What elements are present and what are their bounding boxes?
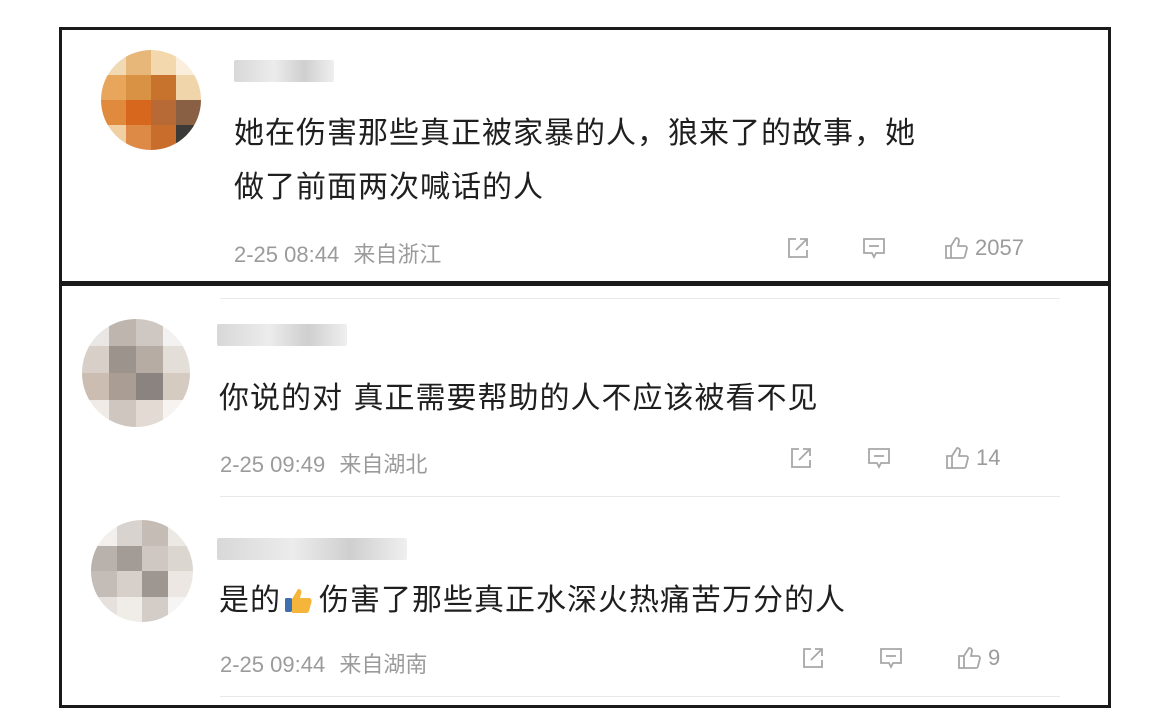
timestamp: 2-25 08:44 bbox=[234, 242, 340, 267]
thumb-up-icon[interactable] bbox=[944, 445, 970, 471]
comment-text: 她在伤害那些真正被家暴的人，狼来了的故事，她 做了前面两次喊话的人 bbox=[234, 107, 1094, 215]
thumbs-up-emoji-icon bbox=[283, 578, 313, 613]
avatar[interactable] bbox=[91, 520, 193, 622]
comment-actions: 2057 bbox=[785, 235, 1024, 261]
thumb-up-icon[interactable] bbox=[956, 645, 982, 671]
divider bbox=[220, 298, 1060, 299]
share-icon[interactable] bbox=[785, 235, 811, 261]
like-count: 14 bbox=[976, 445, 1001, 470]
thumb-up-icon[interactable] bbox=[943, 235, 969, 261]
comment-text: 是的 伤害了那些真正水深火热痛苦万分的人 bbox=[219, 574, 1059, 628]
comment-text-line: 做了前面两次喊话的人 bbox=[234, 170, 544, 205]
username[interactable] bbox=[217, 538, 407, 560]
avatar[interactable] bbox=[82, 319, 190, 427]
username[interactable] bbox=[234, 60, 334, 82]
timestamp: 2-25 09:49 bbox=[220, 452, 326, 477]
comment-icon[interactable] bbox=[878, 645, 904, 671]
comment-text: 你说的对 真正需要帮助的人不应该被看不见 bbox=[219, 381, 819, 416]
timestamp: 2-25 09:44 bbox=[220, 652, 326, 677]
location: 来自湖北 bbox=[339, 452, 428, 477]
avatar[interactable] bbox=[101, 50, 201, 150]
comment-actions: 9 bbox=[800, 645, 1000, 671]
share-icon[interactable] bbox=[788, 445, 814, 471]
comment-icon[interactable] bbox=[861, 235, 887, 261]
comment-icon[interactable] bbox=[866, 445, 892, 471]
username[interactable] bbox=[217, 324, 347, 346]
share-icon[interactable] bbox=[800, 645, 826, 671]
reply-panel: 你说的对 真正需要帮助的人不应该被看不见 2-25 09:49 来自湖北 14 bbox=[59, 284, 1111, 708]
divider bbox=[220, 696, 1060, 697]
divider bbox=[220, 496, 1060, 497]
comment-text-line: 她在伤害那些真正被家暴的人，狼来了的故事，她 bbox=[234, 116, 916, 151]
comment-actions: 14 bbox=[788, 445, 1000, 471]
location: 来自湖南 bbox=[339, 652, 428, 677]
location: 来自浙江 bbox=[353, 242, 442, 267]
featured-comment-panel: 她在伤害那些真正被家暴的人，狼来了的故事，她 做了前面两次喊话的人 2-25 0… bbox=[59, 27, 1111, 284]
comment-meta: 2-25 08:44 来自浙江 bbox=[234, 237, 441, 269]
comment-text-part: 是的 bbox=[219, 583, 281, 618]
like-count: 9 bbox=[988, 645, 1001, 670]
like-count: 2057 bbox=[975, 235, 1024, 260]
comment-meta: 2-25 09:49 来自湖北 bbox=[220, 447, 427, 479]
comment-meta: 2-25 09:44 来自湖南 bbox=[220, 647, 427, 679]
comment-text-part: 伤害了那些真正水深火热痛苦万分的人 bbox=[319, 583, 846, 618]
